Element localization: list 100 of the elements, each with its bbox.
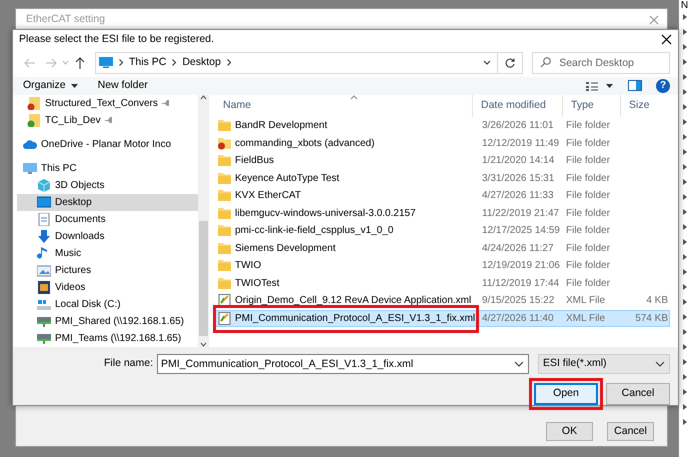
file-name: TWIO [235, 259, 262, 274]
file-row[interactable]: TWIOTest 11/12/2019 17:44 File folder [215, 274, 670, 292]
chevron-down-icon [62, 60, 70, 66]
chevron-down-icon [514, 361, 524, 367]
organize-menu[interactable]: Organize [23, 78, 78, 94]
folder-icon [218, 119, 231, 132]
date-cell-text: 1/21/2020 14:14 [481, 154, 556, 168]
nav-item[interactable]: 3D Objects [17, 177, 198, 194]
nav-label: PMI_Shared (\\192.168.1.65) [55, 315, 184, 329]
file-name: TWIOTest [235, 276, 280, 291]
type-cell-text: File folder [565, 242, 611, 256]
window-title: EtherCAT setting [26, 12, 105, 28]
chevron-down-icon [482, 60, 491, 66]
dialog-title: Please select the ESI file to be registered. [19, 32, 214, 47]
help-icon[interactable]: ? [656, 78, 670, 93]
scrollbar[interactable] [198, 95, 208, 347]
file-name: commanding_xbots (advanced) [235, 136, 375, 151]
new-folder-button[interactable]: New folder [98, 78, 148, 94]
cube-icon [37, 179, 51, 192]
file-row[interactable]: Siemens Development 4/24/2026 11:27 File folder [215, 240, 670, 257]
close-icon [661, 34, 672, 45]
file-row[interactable]: libemgucv-windows-universal-3.0.0.2157 11/22/2019 21:47 File folder [215, 204, 670, 222]
breadcrumb-item[interactable]: This PC [128, 55, 166, 71]
folder-icon [218, 224, 231, 238]
network-drive-icon [37, 315, 51, 328]
date-cell-text: 12/12/2019 11:49 [481, 136, 560, 151]
type-cell-text: File folder [565, 119, 611, 134]
folder-icon [218, 154, 231, 168]
file-name: BandR Development [235, 119, 328, 134]
nav-item[interactable]: This PC [17, 160, 198, 177]
nav-label: Documents [55, 213, 106, 227]
date-cell-text: 12/17/2025 14:59 [481, 224, 561, 238]
nav-item[interactable]: Music [17, 245, 198, 262]
type-cell-text: File folder [565, 172, 611, 186]
type-cell-text: File folder [565, 276, 611, 291]
size-cell-text: 4 KB [645, 294, 668, 308]
nav-item[interactable]: Desktop [17, 194, 198, 211]
chevron-right-icon [172, 59, 176, 66]
disk-icon [37, 298, 51, 311]
file-row[interactable]: KVX EtherCAT 4/27/2026 11:33 File folder [215, 187, 670, 204]
column-header[interactable]: Name [215, 95, 473, 117]
file-row[interactable]: PMI_Communication_Protocol_A_ESI_V1.3_1_fix.xml 4/27/2026 11:40 XML File 574 KB [215, 310, 670, 327]
file-row[interactable]: FieldBus 1/21/2020 14:14 File folder [215, 152, 670, 170]
close-icon [649, 15, 659, 25]
file-name: Origin_Demo_Cell_9.12 RevA Device Application.xml [235, 294, 472, 308]
cancel-button[interactable]: Cancel [606, 383, 670, 405]
file-name: Keyence AutoType Test [235, 172, 340, 186]
date-cell-text: 9/15/2025 15:22 [481, 294, 556, 308]
nav-item[interactable]: Local Disk (C:) [17, 296, 198, 313]
cancel-button[interactable]: Cancel [607, 422, 654, 441]
nav-item[interactable]: PMI_Teams (\\192.168.1.65) [17, 330, 198, 347]
file-row[interactable]: pmi-cc-link-ie-field_cspplus_v1_0_0 12/17/2025 14:59 File folder [215, 222, 670, 240]
ok-button[interactable]: OK [546, 422, 593, 441]
panel-text: N [680, 0, 688, 12]
file-row[interactable]: commanding_xbots (advanced) 12/12/2019 11:49 File folder [215, 134, 670, 152]
date-cell-text: 4/27/2026 11:40 [481, 312, 555, 326]
search-field[interactable]: Search Desktop [532, 52, 670, 74]
document-icon [37, 213, 51, 226]
close-button[interactable] [661, 34, 672, 45]
nav-item[interactable]: Documents [17, 211, 198, 228]
file-row[interactable]: BandR Development 3/26/2026 11:01 File folder [215, 117, 670, 134]
column-header[interactable]: Type [563, 95, 621, 117]
back-arrow-icon [24, 58, 36, 68]
file-name: FieldBus [235, 154, 274, 168]
file-name-field[interactable]: PMI_Communication_Protocol_A_ESI_V1.3_1_fix.xml [157, 354, 529, 374]
nav-label: Music [55, 247, 82, 261]
cloud-icon [23, 138, 37, 151]
address-bar[interactable]: This PC Desktop [94, 52, 524, 74]
date-cell-text: 12/19/2019 21:06 [481, 259, 561, 274]
file-type-dropdown[interactable]: ESI file(*.xml) [538, 354, 670, 374]
nav-item[interactable]: Pictures [17, 262, 198, 279]
nav-item[interactable]: Downloads [17, 228, 198, 245]
nav-item[interactable]: OneDrive - Planar Motor Inco [17, 136, 198, 153]
size-cell-text: 574 KB [634, 312, 668, 326]
file-row[interactable]: TWIO 12/19/2019 21:06 File folder [215, 257, 670, 274]
nav-item[interactable]: Videos [17, 279, 198, 296]
column-header[interactable]: Size [621, 95, 667, 117]
nav-label: Local Disk (C:) [55, 298, 121, 312]
chevron-right-icon [118, 59, 123, 66]
folder-alert-icon [218, 136, 231, 150]
date-cell-text: 4/27/2026 11:33 [481, 189, 555, 204]
file-name: KVX EtherCAT [235, 189, 301, 204]
nav-item[interactable]: PMI_Shared (\\192.168.1.65) [17, 313, 198, 330]
date-cell-text: 11/22/2019 21:47 [481, 206, 560, 221]
type-cell-text: XML File [565, 294, 606, 308]
date-cell-text: 11/12/2019 17:44 [481, 276, 560, 291]
open-button[interactable]: Open [534, 383, 598, 405]
column-header[interactable]: Date modified [473, 95, 563, 117]
scrollbar-thumb[interactable] [198, 221, 208, 336]
file-name: Siemens Development [235, 242, 336, 256]
file-row[interactable]: Origin_Demo_Cell_9.12 RevA Device Application.xml 9/15/2025 15:22 XML File 4 KB [215, 292, 670, 310]
nav-item[interactable]: TC_Lib_Dev [17, 112, 198, 129]
type-cell-text: File folder [565, 154, 611, 168]
file-row[interactable]: Keyence AutoType Test 3/31/2026 15:31 File folder [215, 170, 670, 187]
nav-item[interactable]: Structured_Text_Convers [17, 95, 198, 112]
type-cell-text: File folder [565, 136, 611, 151]
date-cell-text: 3/26/2026 11:01 [481, 119, 555, 134]
nav-label: This PC [41, 162, 77, 176]
breadcrumb-item[interactable]: Desktop [182, 55, 221, 71]
view-options-icon [586, 80, 614, 91]
